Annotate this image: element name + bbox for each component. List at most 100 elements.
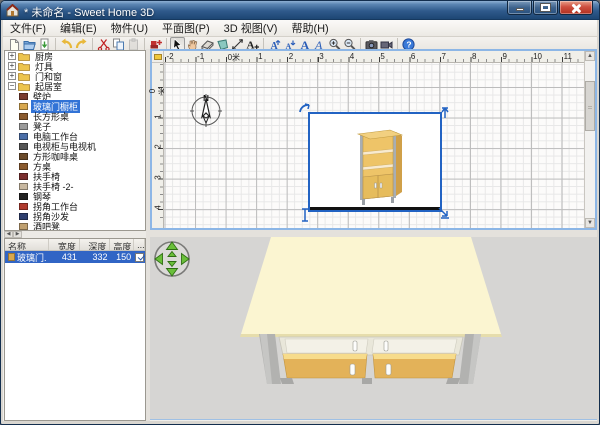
furniture-icon [8,253,15,261]
column-header-4[interactable]: ... [134,239,145,250]
furniture-label: 酒吧凳 [31,220,62,232]
table-header[interactable]: 名称宽度深度高度... [5,239,145,251]
undo-icon [60,38,73,51]
minimize-button[interactable] [507,1,532,15]
tree-item-13[interactable]: 酒吧凳 [5,221,145,231]
v-ruler-label: 1 [154,110,163,122]
new-file-button[interactable] [7,37,22,51]
v-ruler-label: 4 [154,202,163,214]
furniture-icon [19,133,28,140]
menu-item-3[interactable]: 平面图(P) [155,19,217,37]
h-ruler-label: 1 [258,52,262,61]
tree-item-7[interactable]: 方桌 [5,161,145,171]
collapse-icon[interactable]: − [8,82,16,90]
menu-item-2[interactable]: 物件(U) [104,19,155,37]
folder-icon [18,72,30,81]
h-ruler-label: 2 [289,52,293,61]
scrollbar-thumb[interactable] [585,81,595,131]
column-header-1[interactable]: 宽度 [49,239,80,250]
scroll-right-icon[interactable]: ▶ [13,231,22,238]
furniture-icon [19,203,28,210]
client-area: 文件(F)编辑(E)物件(U)平面图(P)3D 视图(V)帮助(H) AAAAA… [3,20,597,421]
horizontal-splitter[interactable] [150,230,597,237]
h-ruler-label: 8 [472,52,476,61]
furniture-icon [19,173,28,180]
tree-item-9[interactable]: 扶手椅 -2- [5,181,145,191]
h-ruler-label: -1 [197,52,204,61]
rotate-indicator-icon[interactable] [297,102,311,116]
paste-button[interactable] [126,37,141,51]
save-icon [38,38,51,51]
redo-icon [75,38,88,51]
folder-icon [18,52,30,61]
menu-item-4[interactable]: 3D 视图(V) [217,19,285,37]
open-button[interactable] [22,37,37,51]
furniture-icon [19,183,28,190]
height-indicator-icon[interactable] [301,208,309,222]
catalog-hscrollbar[interactable]: ◀ ▶ [4,231,146,238]
tree-item-12[interactable]: 拐角沙发 [5,211,145,221]
furniture-catalog-tree[interactable]: +厨房+灯具+门和窗−起居室壁炉玻璃门橱柜长方形桌凳子电脑工作台电视柜与电视机方… [4,50,146,231]
h-ruler-label: 0米 [228,52,240,63]
tree-category-1[interactable]: +灯具 [5,61,145,71]
scroll-down-icon[interactable]: ▼ [585,218,595,228]
menu-bar: 文件(F)编辑(E)物件(U)平面图(P)3D 视图(V)帮助(H) [3,20,597,37]
menu-item-1[interactable]: 编辑(E) [53,19,104,37]
plan-grid[interactable]: N [164,63,584,228]
open-icon [23,38,36,51]
undo-button[interactable] [59,37,74,51]
table-row[interactable]: 玻璃门...431332150 [5,251,145,263]
menu-item-5[interactable]: 帮助(H) [284,19,335,37]
h-ruler-label: 3 [319,52,323,61]
ruler-corner-icon [154,54,162,60]
tree-item-2[interactable]: 长方形桌 [5,111,145,121]
resize-indicator-icon[interactable] [437,206,451,220]
furniture-icon [19,163,28,170]
plan-view[interactable]: -2-10米1234567891011 0米1234 N [150,49,597,230]
h-ruler-label: 10 [533,52,542,61]
tree-item-1[interactable]: 玻璃门橱柜 [5,101,145,111]
column-header-0[interactable]: 名称 [5,239,49,250]
elevation-indicator-icon[interactable] [440,106,450,120]
furniture-icon [19,223,28,230]
plan-scrollbar[interactable]: ▲ ▼ [584,51,595,228]
navigation-control[interactable] [152,239,192,279]
h-ruler-label: 11 [564,52,572,61]
view-3d[interactable] [150,237,597,420]
redo-button[interactable] [74,37,89,51]
expand-icon[interactable]: + [8,52,16,60]
column-header-3[interactable]: 高度 [110,239,134,250]
furniture-list-table[interactable]: 名称宽度深度高度... 玻璃门...431332150 [4,238,146,421]
furniture-icon [19,153,28,160]
copy-button[interactable] [111,37,126,51]
tree-item-11[interactable]: 拐角工作台 [5,201,145,211]
expand-icon[interactable]: + [8,62,16,70]
visible-checkbox[interactable] [135,253,144,262]
cut-icon [97,38,110,51]
tree-category-3[interactable]: −起居室 [5,81,145,91]
title-bar[interactable]: * 未命名 - Sweet Home 3D [1,1,599,20]
tree-category-2[interactable]: +门和窗 [5,71,145,81]
furniture-icon [19,113,28,120]
scroll-up-icon[interactable]: ▲ [585,51,595,61]
cut-button[interactable] [96,37,111,51]
maximize-button[interactable] [533,1,558,15]
tree-item-6[interactable]: 方形咖啡桌 [5,151,145,161]
scroll-left-icon[interactable]: ◀ [4,231,13,238]
tree-category-0[interactable]: +厨房 [5,51,145,61]
furniture-icon [19,123,28,130]
furniture-icon [19,93,28,100]
toolbar-separator [92,38,93,50]
furniture-icon [19,103,28,110]
selected-furniture-plan[interactable] [308,112,442,212]
column-header-2[interactable]: 深度 [80,239,111,250]
menu-item-0[interactable]: 文件(F) [3,19,53,37]
maximize-icon [541,4,550,11]
save-button[interactable] [37,37,52,51]
close-button[interactable] [559,1,593,15]
toolbar-separator [55,38,56,50]
h-ruler-label: 5 [380,52,384,61]
compass[interactable]: N [188,92,224,128]
vertical-ruler: 0米1234 [152,63,164,228]
expand-icon[interactable]: + [8,72,16,80]
